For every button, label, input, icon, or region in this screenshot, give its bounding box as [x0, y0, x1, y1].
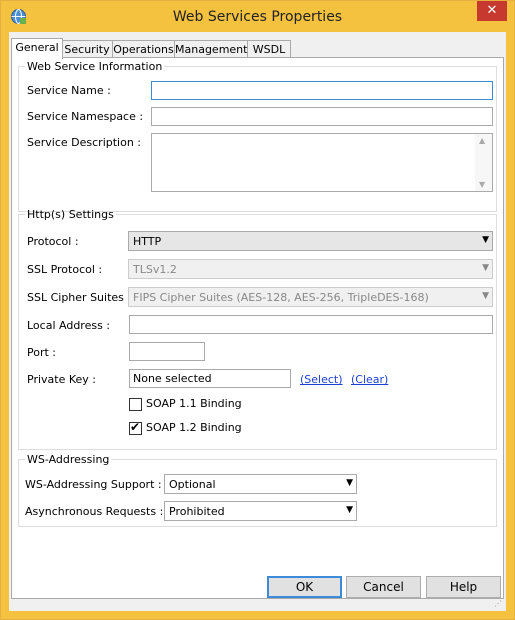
check-icon: ✔	[130, 420, 141, 434]
dialog-client: General Security Operations Management W…	[9, 32, 506, 611]
service-description-textarea[interactable]: ▲ ▼	[151, 133, 493, 192]
protocol-select[interactable]: HTTP ▼	[128, 231, 493, 251]
service-name-input[interactable]	[151, 81, 493, 100]
scroll-down-icon[interactable]: ▼	[479, 180, 485, 189]
title-bar[interactable]: Web Services Properties ✕	[1, 1, 514, 32]
local-address-input[interactable]	[129, 315, 493, 334]
private-key-label: Private Key :	[27, 373, 96, 386]
tab-security[interactable]: Security	[61, 40, 113, 58]
clear-key-link[interactable]: (Clear)	[351, 373, 388, 386]
asynchronous-requests-label: Asynchronous Requests :	[25, 505, 164, 518]
service-namespace-input[interactable]	[151, 107, 493, 126]
ssl-protocol-value: TLSv1.2	[133, 263, 177, 276]
help-button[interactable]: Help	[426, 576, 501, 598]
tab-general[interactable]: General	[11, 38, 63, 59]
soap12-checkbox[interactable]: ✔	[129, 420, 142, 435]
web-service-information-legend: Web Service Information	[27, 60, 163, 73]
ws-addressing-support-value: Optional	[169, 478, 216, 491]
general-panel: Web Service Information Service Name : S…	[11, 57, 504, 599]
private-key-field: None selected	[129, 369, 291, 388]
soap11-label[interactable]: SOAP 1.1 Binding	[146, 397, 242, 410]
ws-addressing-legend: WS-Addressing	[27, 453, 110, 466]
port-input[interactable]	[129, 342, 205, 361]
select-key-link[interactable]: (Select)	[300, 373, 343, 386]
port-label: Port :	[27, 346, 57, 359]
asynchronous-requests-select[interactable]: Prohibited ▼	[164, 501, 357, 521]
tab-operations[interactable]: Operations	[112, 40, 175, 58]
ssl-cipher-suites-label: SSL Cipher Suites :	[27, 291, 132, 304]
private-key-value: None selected	[133, 372, 212, 385]
chevron-down-icon: ▼	[482, 235, 489, 245]
close-icon: ✕	[486, 3, 498, 18]
chevron-down-icon: ▼	[346, 478, 353, 488]
ssl-cipher-suites-value: FIPS Cipher Suites (AES-128, AES-256, Tr…	[133, 291, 429, 304]
http-settings-legend: Http(s) Settings	[27, 208, 114, 221]
ssl-protocol-select[interactable]: TLSv1.2 ▼	[128, 259, 493, 279]
window: Web Services Properties ✕ General Securi…	[0, 0, 515, 620]
asynchronous-requests-value: Prohibited	[169, 505, 225, 518]
service-description-label: Service Description :	[27, 136, 142, 149]
ws-addressing-support-label: WS-Addressing Support :	[25, 478, 162, 491]
chevron-down-icon: ▼	[482, 291, 489, 301]
soap11-checkbox[interactable]	[129, 398, 142, 411]
service-name-label: Service Name :	[27, 84, 111, 97]
close-button[interactable]: ✕	[477, 1, 507, 21]
window-title: Web Services Properties	[172, 9, 343, 25]
ssl-cipher-suites-select[interactable]: FIPS Cipher Suites (AES-128, AES-256, Tr…	[128, 287, 493, 307]
service-namespace-label: Service Namespace :	[27, 110, 144, 123]
local-address-label: Local Address :	[27, 319, 111, 332]
chevron-down-icon: ▼	[482, 263, 489, 273]
cancel-button[interactable]: Cancel	[346, 576, 421, 598]
ok-button[interactable]: OK	[267, 576, 342, 598]
protocol-label: Protocol :	[27, 235, 79, 248]
resize-grip-icon[interactable]: ⋰	[494, 599, 504, 609]
tab-wsdl[interactable]: WSDL	[247, 40, 291, 58]
tab-management[interactable]: Management	[174, 40, 248, 58]
scroll-up-icon[interactable]: ▲	[479, 136, 485, 145]
soap12-label[interactable]: SOAP 1.2 Binding	[146, 421, 242, 434]
chevron-down-icon: ▼	[346, 505, 353, 515]
ws-addressing-support-select[interactable]: Optional ▼	[164, 474, 357, 494]
ssl-protocol-label: SSL Protocol :	[27, 263, 103, 276]
protocol-value: HTTP	[133, 235, 162, 248]
description-scrollbar[interactable]: ▲ ▼	[475, 134, 492, 191]
